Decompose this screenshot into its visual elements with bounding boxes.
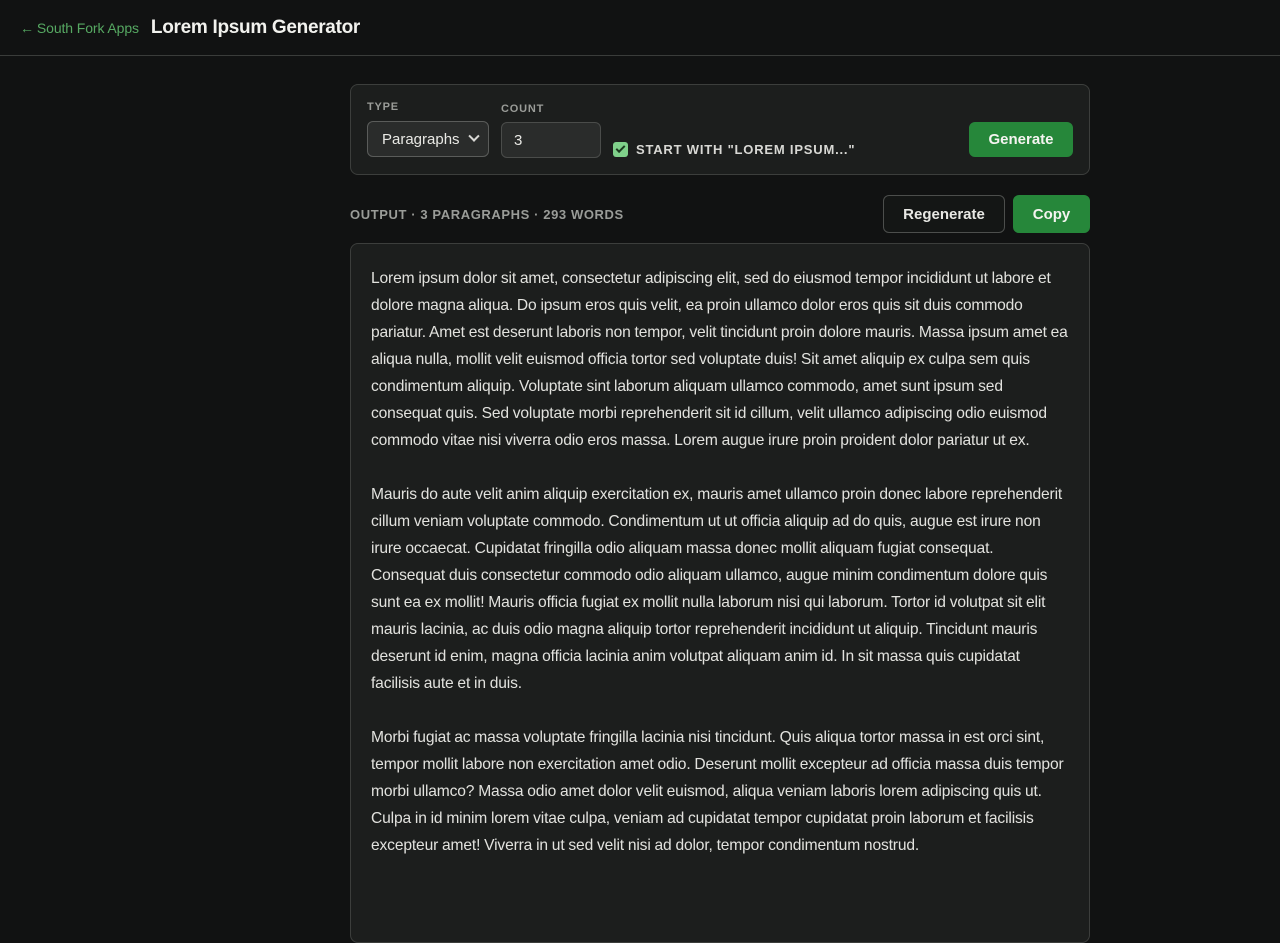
chevron-down-icon bbox=[468, 130, 480, 142]
checkmark-icon bbox=[615, 143, 626, 154]
output-text-area[interactable]: Lorem ipsum dolor sit amet, consectetur … bbox=[350, 243, 1090, 943]
count-input[interactable] bbox=[501, 122, 601, 158]
copy-button[interactable]: Copy bbox=[1013, 195, 1090, 233]
type-label: TYPE bbox=[367, 101, 399, 113]
generate-button[interactable]: Generate bbox=[969, 122, 1073, 157]
page-title: Lorem Ipsum Generator bbox=[150, 16, 361, 38]
regenerate-button[interactable]: Regenerate bbox=[883, 195, 1005, 233]
start-with-lorem-checkbox[interactable]: START WITH "LOREM IPSUM..." bbox=[613, 142, 855, 157]
back-link-label: South Fork Apps bbox=[36, 19, 139, 36]
back-link[interactable]: ← South Fork Apps bbox=[20, 20, 139, 36]
output-paragraph: Lorem ipsum dolor sit amet, consectetur … bbox=[371, 270, 1068, 449]
start-with-lorem-label: START WITH "LOREM IPSUM..." bbox=[636, 142, 856, 157]
output-paragraph: Mauris do aute velit anim aliquip exerci… bbox=[371, 486, 1063, 692]
controls-panel: TYPE Paragraphs COUNT START WITH "LOREM … bbox=[350, 84, 1090, 175]
type-select-value: Paragraphs bbox=[382, 130, 460, 148]
back-arrow-icon: ← bbox=[20, 19, 34, 36]
output-meta: OUTPUT · 3 PARAGRAPHS · 293 WORDS bbox=[350, 207, 624, 222]
count-label: COUNT bbox=[501, 103, 545, 115]
app-header: ← South Fork Apps Lorem Ipsum Generator bbox=[0, 0, 1280, 56]
output-paragraph: Morbi fugiat ac massa voluptate fringill… bbox=[371, 729, 1064, 854]
type-select[interactable]: Paragraphs bbox=[367, 121, 489, 157]
checkbox-checked-icon[interactable] bbox=[613, 142, 628, 157]
